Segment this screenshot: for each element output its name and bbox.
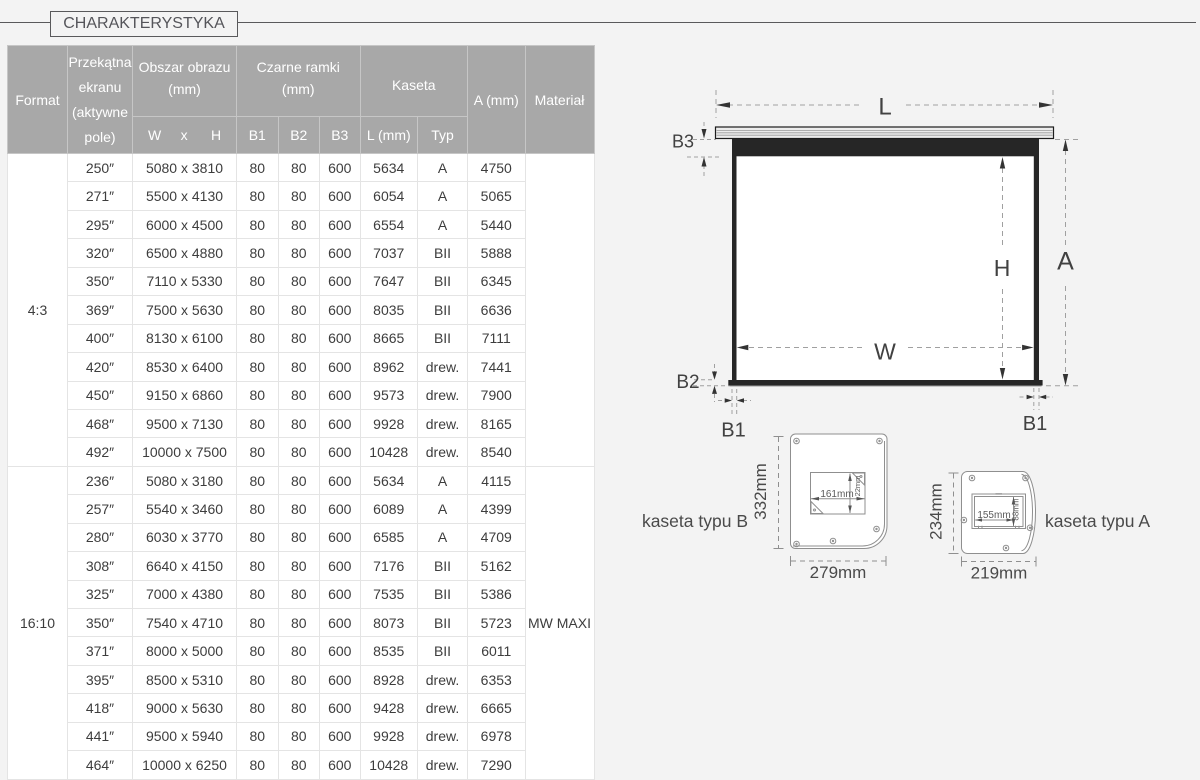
svg-text:B3: B3 — [672, 132, 694, 152]
svg-text:B1: B1 — [1023, 413, 1047, 435]
svg-text:332mm: 332mm — [751, 463, 770, 520]
svg-text:L: L — [878, 94, 891, 121]
svg-text:155mm: 155mm — [977, 510, 1010, 521]
svg-text:A: A — [1057, 248, 1074, 276]
svg-text:88mm: 88mm — [1012, 498, 1021, 521]
svg-text:234mm: 234mm — [927, 483, 946, 540]
svg-text:219mm: 219mm — [971, 564, 1028, 583]
svg-text:161mm: 161mm — [820, 489, 853, 500]
svg-text:W: W — [874, 339, 896, 365]
svg-text:H: H — [994, 255, 1011, 281]
svg-text:22mm: 22mm — [853, 476, 862, 497]
svg-text:B2: B2 — [676, 372, 699, 393]
svg-text:kaseta typu A: kaseta typu A — [1045, 511, 1150, 531]
svg-text:279mm: 279mm — [810, 563, 867, 582]
svg-text:B1: B1 — [721, 420, 745, 442]
svg-text:kaseta typu B: kaseta typu B — [642, 511, 748, 531]
